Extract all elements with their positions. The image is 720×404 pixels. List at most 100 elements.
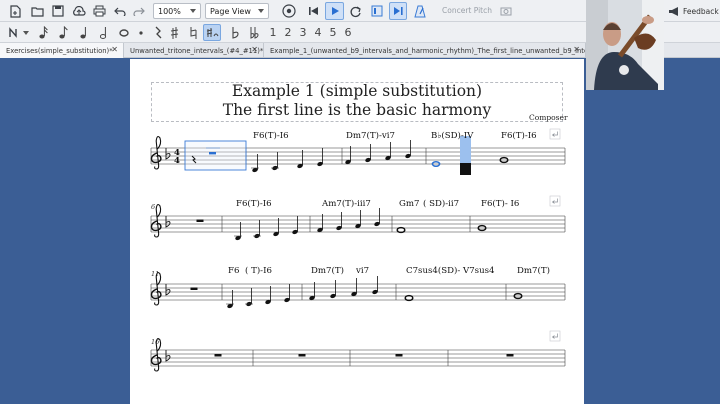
whole-rest[interactable] (214, 354, 222, 357)
note[interactable] (373, 207, 381, 228)
close-icon[interactable]: ✕ (251, 45, 258, 54)
chord-symbol[interactable]: F6(T)-I6 (253, 130, 289, 141)
chord-symbol[interactable]: Dm7(T) (311, 265, 344, 276)
rewind-icon[interactable] (304, 2, 322, 20)
voice-6-button[interactable]: 6 (341, 24, 355, 41)
system-3[interactable]: 11 F6 ( T)-I6 Dm7(T) vi7 C7sus4(SD)- V7s… (150, 265, 566, 310)
note[interactable] (354, 209, 362, 230)
note[interactable] (308, 281, 316, 302)
undo-icon[interactable] (110, 2, 128, 20)
whole-note[interactable] (404, 294, 414, 302)
chord-symbol[interactable]: F6 (228, 266, 239, 276)
natural-icon[interactable] (186, 24, 201, 41)
voice-4-button[interactable]: 4 (311, 24, 325, 41)
chord-symbol[interactable]: ( SD)-ii7 (423, 198, 459, 209)
loop-icon[interactable] (346, 2, 364, 20)
tab-unwanted-tritone[interactable]: Unwanted_tritone_intervals_(#4_#11)* ✕ (124, 43, 264, 58)
note[interactable] (226, 289, 234, 310)
note[interactable] (296, 149, 304, 170)
close-icon[interactable]: ✕ (111, 45, 118, 54)
feedback-link[interactable]: Feedback (683, 7, 719, 16)
chord-symbol[interactable]: Gm7 (399, 199, 419, 209)
voice-5-button[interactable]: 5 (326, 24, 340, 41)
score-canvas[interactable]: 4 4 F6(T)-I6 Dm7(T)-vi7 B♭(SD)-IV F6(T)-… (130, 59, 584, 404)
note[interactable] (316, 213, 324, 234)
chord-symbol[interactable]: F6(T)-I6 (236, 198, 272, 209)
half-note-icon[interactable] (96, 24, 111, 41)
chevron-down-icon[interactable] (22, 24, 30, 41)
save-icon[interactable] (49, 2, 67, 20)
system-2[interactable]: 6 F6(T)-I6 Am7(T)-iii7 Gm7 ( SD)-ii7 F6(… (150, 195, 566, 242)
sharp-icon[interactable] (167, 24, 182, 41)
line-break-icon[interactable] (549, 128, 561, 140)
half-rest-selected[interactable] (209, 152, 216, 155)
chord-symbol[interactable]: F6(T)-I6 (501, 130, 537, 141)
view-mode-select[interactable]: Page View (205, 3, 269, 19)
note[interactable] (404, 139, 412, 160)
note[interactable] (329, 279, 337, 300)
chord-symbol[interactable]: F6(T)- I6 (481, 198, 519, 209)
camera-icon[interactable] (498, 2, 514, 20)
flat-icon[interactable] (228, 24, 243, 41)
tab-example-1[interactable]: Example_1_(unwanted_b9_intervals_and_har… (264, 43, 586, 58)
note[interactable] (316, 147, 324, 168)
whole-rest[interactable] (298, 354, 306, 357)
note[interactable] (335, 211, 343, 232)
tab-exercises[interactable]: Exercises(simple_substitution)* ✕ (0, 43, 124, 58)
note[interactable] (264, 285, 272, 306)
chord-symbol[interactable]: Am7(T)-iii7 (321, 198, 371, 209)
rest-icon[interactable] (150, 24, 165, 41)
redo-icon[interactable] (130, 2, 148, 20)
note[interactable] (371, 275, 379, 296)
note[interactable] (283, 283, 291, 304)
double-flat-icon[interactable] (247, 24, 262, 41)
line-break-icon[interactable] (549, 330, 561, 342)
note[interactable] (344, 145, 352, 166)
chord-symbol[interactable]: Dm7(T) (517, 265, 550, 276)
half-rest[interactable] (190, 287, 198, 291)
note[interactable] (291, 215, 299, 236)
whole-rest[interactable] (395, 354, 403, 357)
play-button[interactable] (325, 2, 344, 20)
note[interactable] (251, 153, 259, 174)
system-4[interactable]: 16 (150, 330, 566, 372)
cloud-upload-icon[interactable] (70, 2, 88, 20)
mixer-icon[interactable] (280, 2, 298, 20)
whole-rest[interactable] (506, 354, 514, 357)
play-selection-icon[interactable] (389, 2, 407, 20)
new-file-icon[interactable] (6, 2, 24, 20)
sixteenth-note-icon[interactable] (36, 24, 51, 41)
voice-4-label: 4 (314, 26, 322, 39)
whole-note[interactable] (396, 226, 406, 234)
voice-3-button[interactable]: 3 (296, 24, 310, 41)
note[interactable] (364, 143, 372, 164)
loop-in-icon[interactable] (368, 2, 386, 20)
quarter-note-icon[interactable] (76, 24, 91, 41)
note[interactable] (272, 217, 280, 238)
close-icon[interactable]: ✕ (573, 45, 580, 54)
system-1[interactable]: 4 4 F6(T)-I6 Dm7(T)-vi7 B♭(SD)-IV F6(T)-… (150, 128, 566, 175)
print-icon[interactable] (90, 2, 108, 20)
voice-1-button[interactable]: 1 (266, 24, 280, 41)
chord-symbol[interactable]: ( T)-I6 (245, 265, 272, 276)
tie-icon[interactable] (203, 24, 221, 41)
half-rest[interactable] (196, 219, 204, 223)
note-input-mode-icon[interactable] (4, 24, 22, 41)
open-folder-icon[interactable] (28, 2, 46, 20)
zoom-select[interactable]: 100% (153, 3, 201, 19)
metronome-icon[interactable] (411, 2, 429, 20)
note[interactable] (234, 221, 242, 242)
chord-symbol[interactable]: vi7 (355, 266, 369, 276)
chord-symbol[interactable]: C7sus4(SD)- V7sus4 (406, 265, 495, 276)
eighth-note-icon[interactable] (56, 24, 71, 41)
chord-symbol[interactable]: B♭(SD)-IV (431, 130, 474, 141)
measure-selection[interactable] (184, 140, 247, 171)
voice-2-button[interactable]: 2 (281, 24, 295, 41)
whole-note-icon[interactable] (116, 24, 131, 41)
note[interactable] (350, 277, 358, 298)
line-break-icon[interactable] (549, 195, 561, 207)
concert-pitch-button[interactable]: Concert Pitch (442, 6, 492, 15)
note[interactable] (384, 141, 392, 162)
chord-symbol[interactable]: Dm7(T)-vi7 (346, 130, 395, 141)
augmentation-dot-icon[interactable] (136, 24, 146, 41)
